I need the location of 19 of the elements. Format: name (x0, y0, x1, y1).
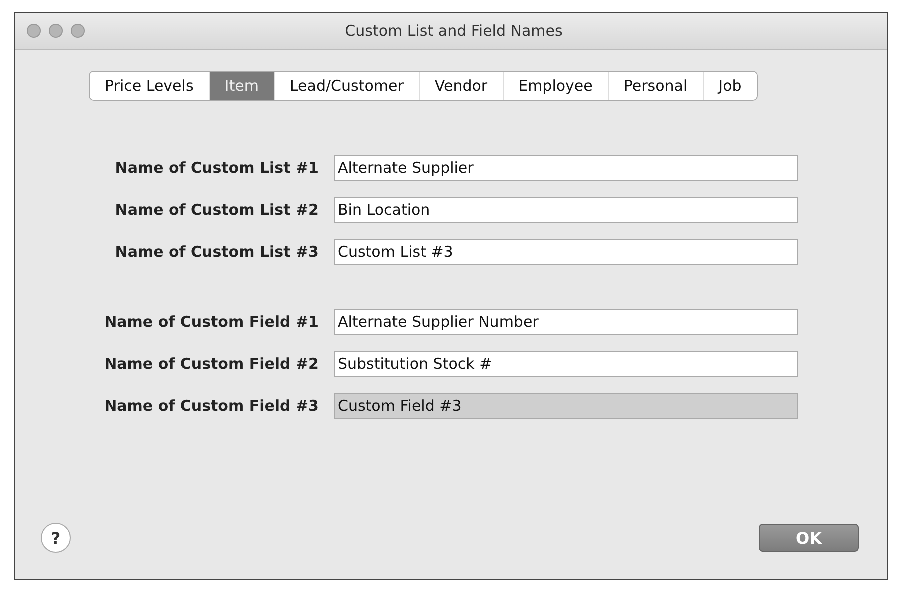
window-title: Custom List and Field Names (344, 22, 564, 40)
field-label: Name of Custom Field #3 (104, 397, 319, 415)
field-label: Name of Custom List #3 (114, 243, 319, 261)
tab[interactable]: Item (208, 72, 274, 100)
field-label: Name of Custom Field #2 (104, 355, 319, 373)
window-control-icon[interactable] (27, 24, 41, 38)
input-field[interactable]: Bin Location (334, 197, 798, 223)
input-field[interactable]: Custom List #3 (334, 239, 798, 265)
input-field[interactable]: Alternate Supplier Number (334, 309, 798, 335)
field-label: Name of Custom List #2 (114, 201, 319, 219)
input-field[interactable]: Custom Field #3 (334, 393, 798, 419)
input-field[interactable]: Alternate Supplier (334, 155, 798, 181)
window-control-icon[interactable] (49, 24, 63, 38)
field-label: Name of Custom List #1 (114, 159, 319, 177)
input-field[interactable]: Substitution Stock # (334, 351, 798, 377)
field-label: Name of Custom Field #1 (104, 313, 319, 331)
tab[interactable]: Job (702, 72, 757, 100)
help-button[interactable]: ? (41, 523, 71, 553)
window-control-icon[interactable] (71, 24, 85, 38)
